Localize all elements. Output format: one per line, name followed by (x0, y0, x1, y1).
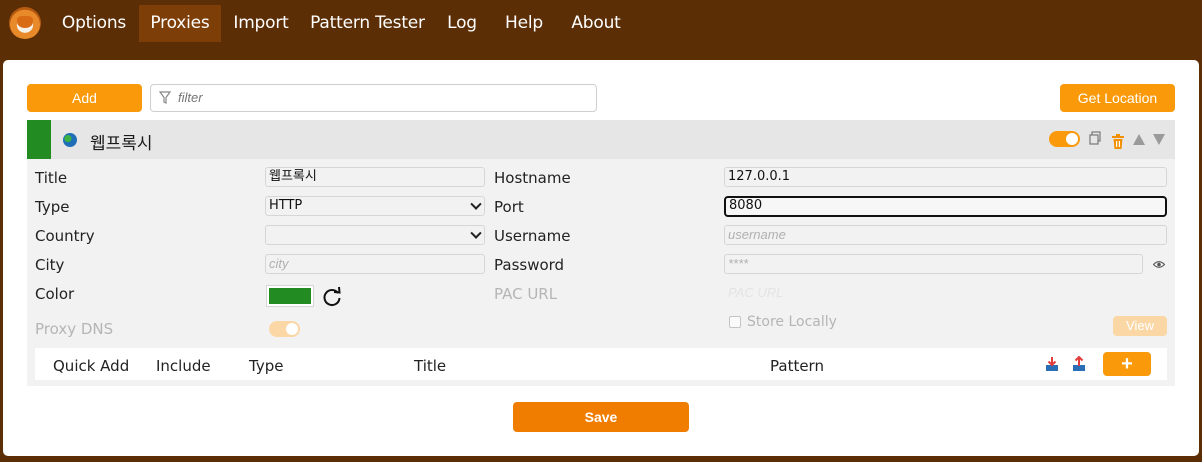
store-locally-checkbox[interactable] (729, 316, 741, 328)
tab-help[interactable]: Help (495, 5, 553, 42)
chevron-down-icon (470, 198, 482, 210)
filter-input[interactable] (178, 90, 578, 105)
refresh-icon[interactable] (321, 286, 343, 308)
proxy-header[interactable]: 웹프록시 (27, 120, 1175, 159)
pattern-header: Pattern (770, 357, 824, 375)
add-pattern-button[interactable]: + (1103, 352, 1151, 376)
chevron-down-icon (470, 227, 482, 239)
username-input[interactable]: username (724, 225, 1167, 245)
save-button[interactable]: Save (513, 402, 689, 432)
tab-import[interactable]: Import (226, 5, 296, 42)
country-select[interactable] (265, 225, 485, 245)
quick-add-header: Quick Add (53, 357, 130, 375)
title-label: Title (35, 169, 68, 187)
delete-icon[interactable] (1111, 134, 1125, 150)
filter-box[interactable] (150, 84, 597, 112)
proxy-dns-toggle[interactable] (269, 321, 300, 337)
proxy-panel: 웹프록시 Title 웹프록시 Type HTTP Country City c… (27, 120, 1175, 386)
title-input[interactable]: 웹프록시 (265, 167, 485, 187)
globe-icon (63, 133, 77, 147)
pac-url-input[interactable]: PAC URL (724, 283, 1167, 303)
type-select-value: HTTP (269, 198, 303, 213)
pattern-header-row: Quick Add Include Type Title Pattern + (35, 348, 1167, 380)
username-label: Username (494, 227, 571, 245)
city-label: City (35, 256, 65, 274)
add-button[interactable]: Add (27, 84, 142, 112)
foxyproxy-logo (9, 7, 41, 39)
import-icon[interactable] (1045, 356, 1059, 372)
color-label: Color (35, 285, 75, 303)
hostname-input[interactable]: 127.0.0.1 (724, 167, 1167, 187)
proxy-color-strip (27, 120, 51, 159)
tab-pattern-tester[interactable]: Pattern Tester (304, 5, 431, 42)
move-up-icon[interactable] (1133, 134, 1145, 145)
top-nav: Options Proxies Import Pattern Tester Lo… (0, 0, 1202, 42)
hostname-label: Hostname (494, 169, 571, 187)
title-header: Title (414, 357, 447, 375)
tab-proxies[interactable]: Proxies (139, 5, 221, 42)
pac-url-label: PAC URL (494, 285, 558, 303)
password-label: Password (494, 256, 565, 274)
tab-options[interactable]: Options (52, 5, 136, 42)
include-header: Include (156, 357, 211, 375)
duplicate-icon[interactable] (1089, 131, 1101, 145)
port-input[interactable]: 8080 (724, 196, 1167, 217)
export-icon[interactable] (1072, 356, 1086, 372)
type-select[interactable]: HTTP (265, 196, 485, 216)
port-label: Port (494, 198, 524, 216)
tab-about[interactable]: About (562, 5, 630, 42)
store-locally-label: Store Locally (747, 314, 837, 330)
color-picker[interactable] (266, 285, 314, 307)
move-down-icon[interactable] (1153, 134, 1165, 145)
proxy-dns-label: Proxy DNS (35, 320, 114, 338)
tab-log[interactable]: Log (440, 5, 484, 42)
main-card: Add Get Location 웹프록시 (3, 60, 1199, 456)
proxy-title: 웹프록시 (90, 134, 153, 154)
filter-icon (159, 91, 171, 104)
proxy-enabled-toggle[interactable] (1049, 131, 1080, 147)
password-input[interactable]: **** (724, 254, 1143, 274)
type-label: Type (35, 198, 70, 216)
type-header: Type (249, 357, 284, 375)
view-button[interactable]: View (1113, 316, 1167, 336)
city-input[interactable]: city (265, 254, 485, 274)
get-location-button[interactable]: Get Location (1060, 84, 1175, 112)
eye-icon[interactable] (1153, 260, 1165, 269)
country-label: Country (35, 227, 95, 245)
